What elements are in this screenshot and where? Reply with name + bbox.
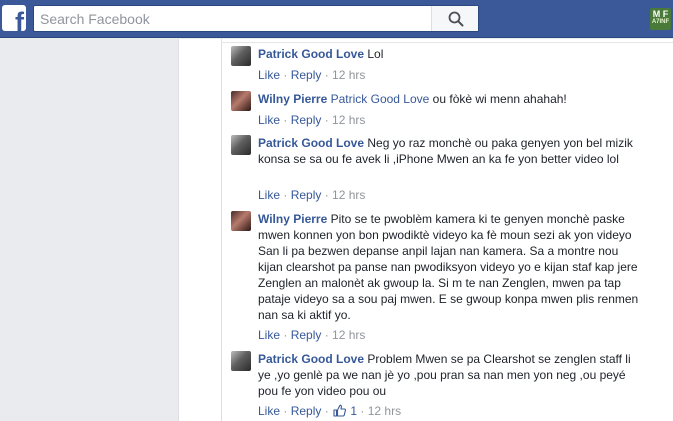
avatar[interactable] (231, 211, 251, 231)
comment-body: Patrick Good Love Lol (258, 46, 642, 62)
comment-timestamp[interactable]: 12 hrs (332, 328, 365, 342)
comment-text: Lol (367, 47, 384, 61)
avatar[interactable] (231, 351, 251, 371)
comment-author-link[interactable]: Wilny Pierre (258, 92, 327, 106)
avatar[interactable] (231, 46, 251, 66)
like-link[interactable]: Like (258, 113, 280, 127)
comment-actions: Like · Reply · 12 hrs (258, 328, 366, 342)
mention-link[interactable]: Patrick Good Love (331, 92, 430, 106)
reply-link[interactable]: Reply (291, 328, 322, 342)
comment-author-link[interactable]: Patrick Good Love (258, 136, 364, 150)
left-gutter (0, 39, 178, 421)
comment-timestamp[interactable]: 12 hrs (332, 68, 365, 82)
comment-timestamp[interactable]: 12 hrs (368, 404, 401, 418)
comment-author-link[interactable]: Patrick Good Love (258, 352, 364, 366)
reply-link[interactable]: Reply (291, 113, 322, 127)
comment-body: Patrick Good Love Neg yo raz monchè ou p… (258, 135, 642, 167)
comment-text: ou fòkè wi menn ahahah! (432, 92, 567, 106)
like-link[interactable]: Like (258, 68, 280, 82)
reply-link[interactable]: Reply (291, 404, 322, 418)
comment-timestamp[interactable]: 12 hrs (332, 113, 365, 127)
avatar[interactable] (231, 135, 251, 155)
comment-author-link[interactable]: Patrick Good Love (258, 47, 364, 61)
search-icon (448, 11, 464, 27)
comment-body: Wilny Pierre Patrick Good Love ou fòkè w… (258, 91, 642, 107)
search-input[interactable] (34, 6, 434, 31)
thumbs-up-icon[interactable] (333, 404, 347, 417)
reply-link[interactable]: Reply (291, 68, 322, 82)
search-button[interactable] (431, 6, 478, 31)
like-link[interactable]: Like (258, 328, 280, 342)
comment-actions: Like · Reply · 1 · 12 hrs (258, 404, 402, 418)
comment-body: Wilny Pierre Pito se te pwoblèm kamera k… (258, 211, 642, 323)
comment-text: Pito se te pwoblèm kamera ki te genyen m… (258, 212, 639, 322)
reply-link[interactable]: Reply (291, 188, 322, 202)
reply-thread-line (221, 39, 222, 421)
comment-actions: Like · Reply · 12 hrs (258, 68, 366, 82)
comment-timestamp[interactable]: 12 hrs (332, 188, 365, 202)
like-link[interactable]: Like (258, 404, 280, 418)
divider (221, 42, 673, 43)
avatar[interactable] (231, 91, 251, 111)
comment-actions: Like · Reply · 12 hrs (258, 113, 366, 127)
like-link[interactable]: Like (258, 188, 280, 202)
like-count[interactable]: 1 (350, 404, 357, 418)
search-box (33, 5, 479, 32)
top-bar: f M F A7INF (0, 0, 673, 38)
comment-author-link[interactable]: Wilny Pierre (258, 212, 327, 226)
comment-actions: Like · Reply · 12 hrs (258, 188, 366, 202)
facebook-logo-icon[interactable]: f (2, 5, 26, 31)
comment-body: Patrick Good Love Problem Mwen se pa Cle… (258, 351, 642, 399)
profile-badge-icon[interactable]: M F A7INF (650, 8, 671, 30)
